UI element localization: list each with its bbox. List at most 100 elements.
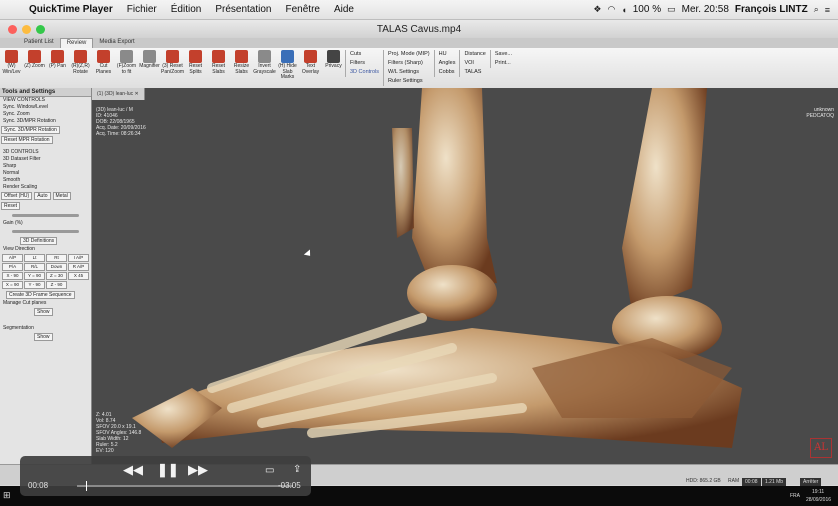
zoom-button[interactable]: (Z) Zoom (23, 50, 46, 70)
ribbon-label: (W) Win/Lev (2, 63, 21, 75)
offset-button[interactable]: Offset (HU) (1, 192, 33, 200)
text-overlay-button[interactable]: Text Overlay (299, 50, 322, 75)
gain-slider[interactable] (12, 230, 79, 233)
clock[interactable]: Mer. 20:58 (682, 4, 729, 15)
wifi-icon[interactable]: ◠ (607, 4, 615, 15)
menu-edit[interactable]: Édition (164, 4, 209, 15)
filters-menu[interactable]: Filters (350, 59, 379, 68)
reset-mpr-button[interactable]: Reset MPR Rotation (1, 136, 53, 144)
direction-button[interactable]: X - 90 (2, 272, 23, 280)
filters-sharp-menu[interactable]: Filters (Sharp) (388, 59, 430, 68)
progress-knob[interactable] (85, 481, 87, 491)
reset-slabs-button[interactable]: Reset Slabs (207, 50, 230, 75)
rewind-icon[interactable]: ◀◀ (123, 462, 143, 478)
direction-button[interactable]: P/A (2, 263, 23, 271)
direction-button[interactable]: R A/P (68, 263, 89, 271)
voi-tool[interactable]: VOI (464, 59, 485, 68)
sync-wl-checkbox[interactable]: Sync. Window/Level (0, 104, 91, 111)
pan-button[interactable]: (P) Pan (46, 50, 69, 70)
direction-button[interactable]: Lt (24, 254, 45, 262)
ribbon-label: (R)(Z,R) Rotate (71, 63, 90, 75)
reset-button[interactable]: Reset (1, 202, 21, 210)
direction-button[interactable]: Rt (46, 254, 67, 262)
magnifier-button[interactable]: Magnifier (138, 50, 161, 70)
ribbon-label: Reset Slabs (211, 63, 226, 75)
battery-icon[interactable]: ▭ (667, 4, 676, 15)
direction-button[interactable]: Down (46, 263, 67, 271)
fast-forward-icon[interactable]: ▶▶ (188, 462, 208, 478)
direction-button[interactable]: X = 90 (2, 281, 23, 289)
filter-normal-radio[interactable]: Normal (0, 170, 91, 177)
privacy-button[interactable]: Privacy (322, 50, 345, 70)
volume-icon[interactable]: ◖ (621, 5, 626, 15)
invert-button[interactable]: Invert Grayscale (253, 50, 276, 75)
cuts-menu[interactable]: Cuts (350, 50, 379, 59)
direction-button[interactable]: Y = 90 (24, 272, 45, 280)
resize-slabs-button[interactable]: Resize Slabs (230, 50, 253, 75)
direction-button[interactable]: Z - 90 (46, 281, 67, 289)
filter-sharp-radio[interactable]: Sharp (0, 163, 91, 170)
zoom-icon (28, 50, 41, 63)
win-lev-button[interactable]: (W) Win/Lev (0, 50, 23, 75)
menu-file[interactable]: Fichier (120, 4, 164, 15)
talas-tool[interactable]: TALAS (464, 68, 485, 77)
rotate-button[interactable]: (R)(Z,R) Rotate (69, 50, 92, 75)
print-button[interactable]: Print... (495, 59, 512, 68)
progress-track[interactable] (77, 481, 293, 491)
scanner-info: unknown PEDCATOQ (806, 107, 834, 119)
user-name[interactable]: François LINTZ (735, 4, 808, 15)
airplay-icon[interactable]: ▭ (265, 465, 274, 476)
auto-button[interactable]: Auto (34, 192, 51, 200)
reset-splits-button[interactable]: Reset Splits (184, 50, 207, 75)
menu-icon[interactable]: ≡ (825, 5, 830, 15)
quicktime-controls: ◀◀ ❚❚ ▶▶ ▭ ⇪ 00:08 -03:05 (20, 456, 311, 496)
hu-tool[interactable]: HU (439, 50, 456, 59)
direction-button[interactable]: A/P (2, 254, 23, 262)
menu-help[interactable]: Aide (327, 4, 361, 15)
cobbs-tool[interactable]: Cobbs (439, 68, 456, 77)
filter-smooth-radio[interactable]: Smooth (0, 177, 91, 184)
menu-window[interactable]: Fenêtre (279, 4, 327, 15)
hide-marks-button[interactable]: (H) Hide Slab Marks (276, 50, 299, 81)
save-button[interactable]: Save... (495, 50, 512, 59)
close-icon[interactable]: ✕ (135, 91, 139, 97)
proj-mode-menu[interactable]: Proj. Mode (MIP) (388, 50, 430, 59)
direction-button[interactable]: Z = 30 (46, 272, 67, 280)
offset-slider[interactable] (12, 214, 79, 217)
dropbox-icon[interactable]: ❖ (593, 4, 601, 15)
battery-text[interactable]: 100 % (633, 4, 661, 15)
tab-patient-list[interactable]: Patient List (18, 38, 60, 48)
direction-button[interactable]: R/L (24, 263, 45, 271)
stop-recording-button[interactable]: Arrêter (800, 478, 822, 486)
show-segmentation-button[interactable]: Show (34, 333, 53, 341)
ruler-settings-menu[interactable]: Ruler Settings (388, 77, 430, 86)
show-cut-planes-button[interactable]: Show (34, 308, 53, 316)
search-icon[interactable]: ⌕ (814, 4, 819, 15)
distance-tool[interactable]: Distance (464, 50, 485, 59)
tab-review[interactable]: Review (59, 38, 94, 48)
sync-zoom-checkbox[interactable]: Sync. Zoom (0, 111, 91, 118)
pause-icon[interactable]: ❚❚ (157, 462, 179, 478)
ribbon-label: Privacy (325, 63, 342, 69)
app-menu[interactable]: QuickTime Player (22, 4, 120, 15)
definitions-button[interactable]: 3D Definitions (20, 237, 58, 245)
3d-viewport[interactable]: (1) (3D) lean-luc ✕ (3D) lean-luc / M ID… (92, 88, 838, 464)
language-indicator[interactable]: FRA (790, 493, 800, 499)
zoom-fit-button[interactable]: (F)Zoom to fit (115, 50, 138, 75)
sync-rotation-button[interactable]: Sync. 3D/MPR Rotation (1, 126, 60, 134)
viewer-tab[interactable]: (1) (3D) lean-luc ✕ (92, 88, 145, 100)
direction-button[interactable]: Y - 90 (24, 281, 45, 289)
share-icon[interactable]: ⇪ (293, 464, 301, 475)
wl-settings-menu[interactable]: W/L Settings (388, 68, 430, 77)
cut-planes-button[interactable]: Cut Planes (92, 50, 115, 75)
windows-start-icon[interactable]: ⊞ (3, 490, 11, 501)
frame-sequence-button[interactable]: Create 3D Frame Sequence (6, 291, 75, 299)
angles-tool[interactable]: Angles (439, 59, 456, 68)
tab-media-export[interactable]: Media Export (93, 38, 140, 48)
sync-rotation-checkbox[interactable]: Sync. 3D/MPR Rotation (0, 118, 91, 125)
direction-button[interactable]: X 45 (68, 272, 89, 280)
direction-button[interactable]: I A/P (68, 254, 89, 262)
reset-pan-button[interactable]: (3) Reset Pan/Zoom (161, 50, 184, 75)
metal-button[interactable]: Metal (52, 192, 71, 200)
menu-view[interactable]: Présentation (208, 4, 278, 15)
